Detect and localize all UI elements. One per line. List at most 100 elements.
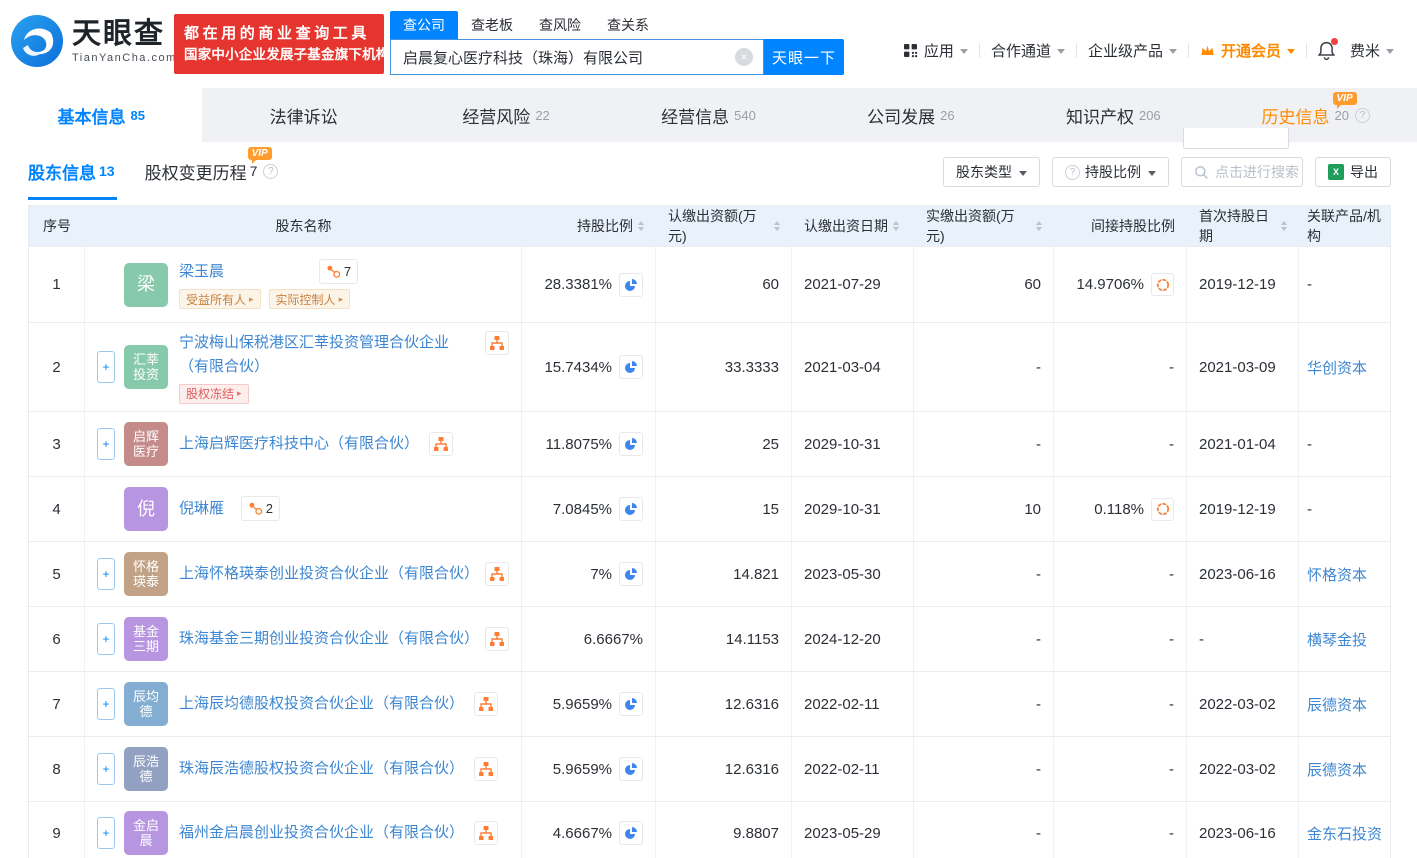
tab-operation-risk[interactable]: 经营风险 22 [405, 88, 607, 142]
expand-row-button[interactable] [97, 817, 115, 849]
menu-apps[interactable]: 应用 [903, 40, 968, 61]
relationship-count-badge[interactable]: 2 [240, 496, 281, 521]
pie-chart-icon[interactable] [619, 692, 643, 716]
sort-icon[interactable] [893, 221, 899, 231]
relationship-count-badge[interactable]: 7 [318, 259, 359, 284]
expand-row-button[interactable] [97, 428, 115, 460]
shareholder-type-dropdown[interactable]: 股东类型 [943, 157, 1040, 187]
equity-structure-icon[interactable] [429, 432, 454, 456]
col-header-ratio: 持股比例 [522, 216, 656, 236]
ratio-value: 4.6667% [552, 824, 612, 842]
clear-search-icon[interactable] [735, 48, 753, 66]
indirect-ratio: - [1054, 323, 1187, 411]
shareholding-ratio-dropdown[interactable]: 持股比例 [1052, 157, 1169, 187]
shareholder-name-link[interactable]: 珠海基金三期创业投资合伙企业（有限合伙） [179, 630, 479, 647]
user-menu[interactable]: 费米 [1350, 40, 1394, 61]
table-row: 6 基金三期 珠海基金三期创业投资合伙企业（有限合伙） 6.6667% 14.1… [29, 606, 1390, 671]
subtab-label: 股东信息 [28, 163, 96, 183]
subtab-equity-change[interactable]: 股权变更历程 7 VIP [145, 147, 279, 184]
related-product-link[interactable]: 怀格资本 [1307, 564, 1367, 585]
shareholder-name-link[interactable]: 上海辰均德股权投资合伙企业（有限合伙） [179, 695, 464, 712]
equity-structure-icon[interactable] [474, 692, 499, 716]
equity-penetration-icon[interactable] [1151, 273, 1174, 296]
sort-icon[interactable] [638, 221, 644, 231]
col-header-indirect-ratio: 间接持股比例 [1091, 218, 1175, 234]
tab-label: 知识产权 [1065, 107, 1134, 127]
help-icon [1065, 164, 1080, 180]
sort-icon[interactable] [774, 221, 780, 231]
shareholder-name-link[interactable]: 梁玉晨 [179, 263, 224, 280]
menu-enterprise[interactable]: 企业级产品 [1088, 40, 1177, 61]
tab-company-development[interactable]: 公司发展 26 [810, 88, 1012, 142]
sort-icon[interactable] [1281, 221, 1287, 231]
ratio-value: 15.7434% [544, 358, 612, 376]
pie-chart-icon[interactable] [619, 821, 643, 845]
export-button[interactable]: 导出 [1315, 157, 1391, 187]
table-row: 9 金启晨 福州金启晨创业投资合伙企业（有限合伙） 4.6667% 9.8807 [29, 801, 1390, 858]
excel-icon [1328, 164, 1344, 180]
pie-chart-icon[interactable] [619, 562, 643, 586]
row-index: 4 [29, 477, 85, 541]
tab-basic-info[interactable]: 基本信息 85 [0, 88, 203, 142]
equity-penetration-icon[interactable] [1151, 497, 1174, 521]
help-icon[interactable] [263, 163, 279, 179]
ratio-value: 7% [590, 565, 612, 583]
pie-chart-icon[interactable] [619, 272, 643, 297]
avatar: 辰均德 [124, 682, 168, 726]
search-tab-relation[interactable]: 查关系 [594, 11, 662, 39]
related-product-link[interactable]: 金东石投资 [1307, 823, 1382, 844]
subtab-shareholders[interactable]: 股东信息 13 [28, 159, 117, 200]
menu-vip-label: 开通会员 [1220, 43, 1281, 60]
shareholder-name-link[interactable]: 上海启辉医疗科技中心（有限合伙） [179, 435, 419, 452]
tab-business-info[interactable]: 经营信息 540 [607, 88, 809, 142]
related-product-link[interactable]: 辰德资本 [1307, 759, 1367, 780]
tab-label: 基本信息 [57, 107, 126, 127]
equity-frozen-tag[interactable]: 股权冻结 [179, 383, 249, 404]
expand-row-button[interactable] [97, 753, 115, 785]
actual-controller-tag[interactable]: 实际控制人 [268, 289, 351, 309]
expand-row-button[interactable] [97, 688, 115, 720]
search-tab-company[interactable]: 查公司 [390, 11, 458, 39]
expand-row-button[interactable] [97, 558, 115, 590]
pie-chart-icon[interactable] [619, 757, 643, 781]
notification-bell-icon[interactable] [1317, 38, 1338, 60]
related-product-link[interactable]: 辰德资本 [1307, 694, 1367, 715]
first-holding-date: 2019-12-19 [1187, 247, 1299, 322]
equity-structure-icon[interactable] [485, 562, 509, 586]
search-tab-risk[interactable]: 查风险 [526, 11, 594, 39]
search-tab-boss[interactable]: 查老板 [458, 11, 526, 39]
shareholder-name-link[interactable]: 上海怀格瑛泰创业投资合伙企业（有限合伙） [179, 565, 479, 582]
beneficial-owner-tag[interactable]: 受益所有人 [179, 289, 261, 309]
pie-chart-icon[interactable] [619, 432, 643, 456]
expand-row-button[interactable] [97, 623, 115, 655]
equity-structure-icon[interactable] [485, 330, 509, 355]
expand-row-button[interactable] [97, 351, 115, 383]
search-input[interactable]: 启晨复心医疗科技（珠海）有限公司 [390, 39, 764, 75]
equity-structure-icon[interactable] [474, 757, 499, 781]
divider [1305, 43, 1307, 58]
sort-icon[interactable] [1036, 221, 1042, 231]
help-icon[interactable] [1354, 107, 1370, 123]
avatar: 梁 [124, 262, 168, 307]
menu-vip[interactable]: 开通会员 [1200, 40, 1295, 61]
shareholder-name-link[interactable]: 倪琳雁 [179, 500, 224, 517]
table-search-input[interactable]: 点击进行搜索 [1181, 157, 1303, 187]
shareholder-name-link[interactable]: 福州金启晨创业投资合伙企业（有限合伙） [179, 824, 464, 841]
equity-structure-icon[interactable] [485, 627, 509, 651]
dropdown-label: 持股比例 [1085, 164, 1141, 180]
tianyancha-logo[interactable]: 天眼查 TianYanCha.com [10, 14, 177, 68]
export-label: 导出 [1350, 164, 1378, 180]
shareholder-name-link[interactable]: 宁波梅山保税港区汇莘投资管理合伙企业（有限合伙） [179, 334, 449, 375]
related-product-link[interactable]: 横琴金投 [1307, 629, 1367, 650]
pie-chart-icon[interactable] [619, 497, 643, 521]
pie-chart-icon[interactable] [619, 355, 643, 379]
tab-legal-litigation[interactable]: 法律诉讼 [202, 88, 404, 142]
menu-partner[interactable]: 合作通道 [991, 40, 1065, 61]
search-submit-button[interactable]: 天眼一下 [764, 39, 844, 75]
first-holding-date: 2023-06-16 [1187, 802, 1299, 858]
shareholder-name-link[interactable]: 珠海辰浩德股权投资合伙企业（有限合伙） [179, 760, 464, 777]
related-product-link[interactable]: 华创资本 [1307, 357, 1367, 378]
equity-structure-icon[interactable] [474, 821, 499, 845]
tab-count: 26 [940, 107, 955, 123]
row-index: 8 [29, 737, 85, 801]
